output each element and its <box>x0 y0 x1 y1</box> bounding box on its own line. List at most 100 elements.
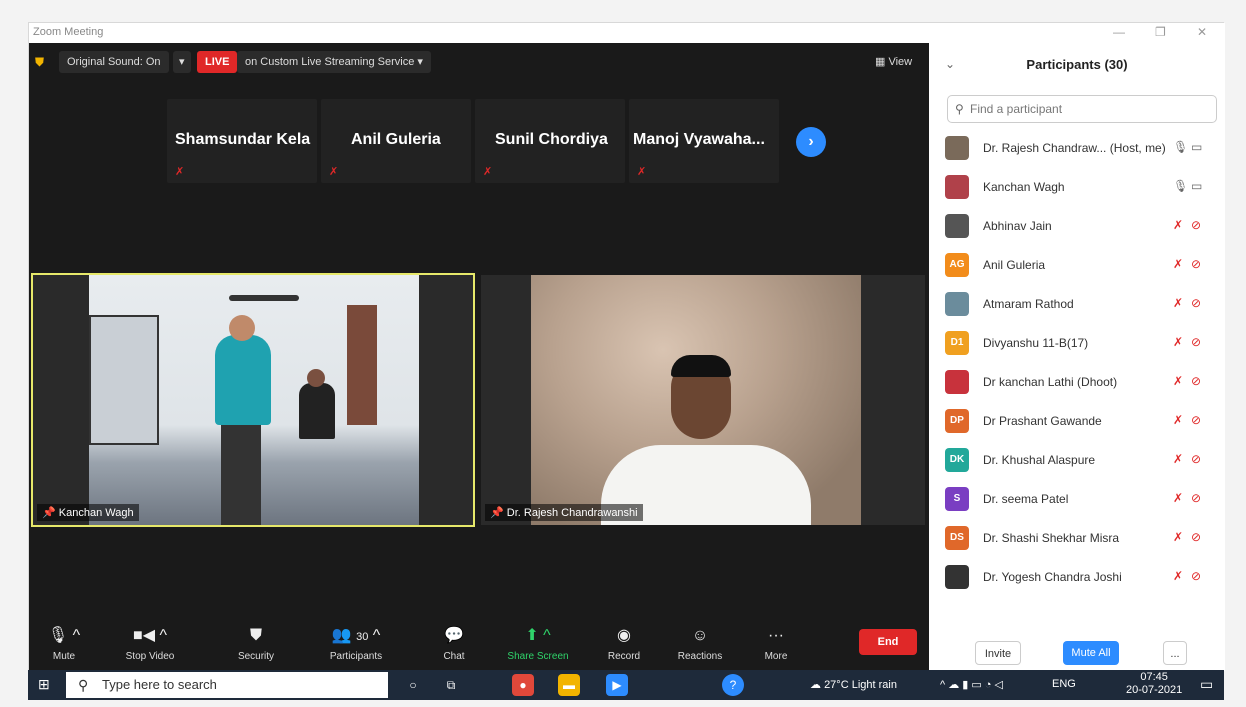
minimize-icon[interactable]: — <box>1113 25 1125 39</box>
name-tile[interactable]: Anil Guleria ✗ <box>321 99 471 183</box>
chat-label: Chat <box>443 651 465 662</box>
help-icon[interactable]: ? <box>722 674 744 696</box>
name-tile-label: Shamsundar Kela <box>175 131 311 148</box>
name-tile[interactable]: Sunil Chordiya ✗ <box>475 99 625 183</box>
windows-taskbar: ⊞ ⚲ Type here to search ○ ⧉ ● ▬ ▶ ? ☁ 27… <box>28 670 1224 700</box>
record-button[interactable]: ◉ Record <box>589 625 659 662</box>
close-icon[interactable]: ✕ <box>1197 25 1207 39</box>
taskbar-search-placeholder: Type here to search <box>102 677 217 692</box>
mute-button[interactable]: 🎙 ^ Mute <box>29 625 99 662</box>
participant-name: Kanchan Wagh <box>983 180 1065 194</box>
participant-row[interactable]: Kanchan Wagh 🎙 ▭ <box>929 168 1225 207</box>
participant-row[interactable]: AG Anil Guleria ✗ ⊘ <box>929 246 1225 285</box>
invite-button[interactable]: Invite <box>975 641 1021 665</box>
muted-mic-icon[interactable]: ✗ <box>1173 491 1183 505</box>
restore-icon[interactable]: ❐ <box>1155 25 1166 39</box>
video-off-icon[interactable]: ⊘ <box>1191 296 1201 310</box>
microphone-icon[interactable]: 🎙 <box>1173 140 1188 154</box>
muted-mic-icon[interactable]: ✗ <box>1173 452 1183 466</box>
zoom-app-icon[interactable]: ▶ <box>606 674 628 696</box>
cortana-icon[interactable]: ○ <box>402 674 424 696</box>
task-view-icon[interactable]: ⧉ <box>440 674 462 696</box>
video-off-icon[interactable]: ⊘ <box>1191 335 1201 349</box>
participant-row[interactable]: Dr kanchan Lathi (Dhoot) ✗ ⊘ <box>929 363 1225 402</box>
muted-mic-icon[interactable]: ✗ <box>1173 530 1183 544</box>
chat-button[interactable]: 💬 Chat <box>419 625 489 662</box>
file-explorer-icon[interactable]: ▬ <box>558 674 580 696</box>
end-meeting-button[interactable]: End <box>859 629 917 655</box>
video-camera-icon[interactable]: ▭ <box>1191 140 1202 154</box>
participant-row[interactable]: Abhinav Jain ✗ ⊘ <box>929 207 1225 246</box>
video-tile-left[interactable]: 📌 Kanchan Wagh <box>31 273 475 527</box>
next-page-button[interactable]: › <box>796 127 826 157</box>
participants-button[interactable]: 👥 30 ^ Participants <box>321 625 391 662</box>
microphone-icon[interactable]: 🎙 <box>1173 179 1188 193</box>
stop-video-button[interactable]: ■◀ ^ Stop Video <box>115 625 185 662</box>
participant-row[interactable]: Dr. Rajesh Chandraw... (Host, me) 🎙 ▭ <box>929 129 1225 168</box>
muted-mic-icon[interactable]: ✗ <box>1173 569 1183 583</box>
weather-widget[interactable]: ☁ 27°C Light rain <box>810 678 897 691</box>
person-legs <box>221 425 261 525</box>
panel-header: ⌄ Participants (30) <box>929 43 1225 83</box>
chat-bubble-icon: 💬 <box>444 627 464 644</box>
window-title: Zoom Meeting <box>33 26 104 38</box>
system-tray-icons[interactable]: ^ ☁ ▮ ▭ ◔ ◁ <box>940 678 1003 691</box>
search-placeholder: Find a participant <box>970 102 1063 116</box>
muted-mic-icon[interactable]: ✗ <box>1173 413 1183 427</box>
search-icon: ⚲ <box>955 102 964 116</box>
name-tile-label: Sunil Chordiya <box>495 131 608 148</box>
chrome-icon[interactable]: ● <box>512 674 534 696</box>
muted-mic-icon[interactable]: ✗ <box>1173 218 1183 232</box>
muted-mic-icon[interactable]: ✗ <box>1173 296 1183 310</box>
participant-name: Dr. Rajesh Chandraw... (Host, me) <box>983 141 1166 155</box>
reactions-button[interactable]: ☺ Reactions <box>665 625 735 662</box>
video-off-icon[interactable]: ⊘ <box>1191 257 1201 271</box>
participant-row[interactable]: S Dr. seema Patel ✗ ⊘ <box>929 480 1225 519</box>
video-tile-right[interactable]: 📌 Dr. Rajesh Chandrawanshi <box>481 275 925 525</box>
muted-mic-icon[interactable]: ✗ <box>1173 257 1183 271</box>
desktop: Zoom Meeting — ❐ ✕ ⛊ Original Sound: On … <box>0 0 1246 707</box>
share-screen-button[interactable]: ⬆ ^ Share Screen <box>503 625 573 662</box>
video-off-icon[interactable]: ⊘ <box>1191 569 1201 583</box>
participant-name: Dr. seema Patel <box>983 492 1069 506</box>
participant-row[interactable]: DS Dr. Shashi Shekhar Misra ✗ ⊘ <box>929 519 1225 558</box>
language-indicator[interactable]: ENG <box>1052 678 1076 690</box>
participant-row[interactable]: DP Dr Prashant Gawande ✗ ⊘ <box>929 402 1225 441</box>
panel-footer: Invite Mute All ... <box>929 641 1225 671</box>
video-name-label: 📌 Dr. Rajesh Chandrawanshi <box>485 504 643 521</box>
participant-row[interactable]: Dr. Yogesh Chandra Joshi ✗ ⊘ <box>929 558 1225 593</box>
muted-mic-icon[interactable]: ✗ <box>1173 335 1183 349</box>
video-camera-icon[interactable]: ▭ <box>1191 179 1202 193</box>
video-off-icon[interactable]: ⊘ <box>1191 374 1201 388</box>
more-button[interactable]: ··· More <box>741 625 811 662</box>
clock[interactable]: 07:45 20-07-2021 <box>1126 671 1182 697</box>
name-tile[interactable]: Shamsundar Kela ✗ <box>167 99 317 183</box>
participant-name: Anil Guleria <box>983 258 1046 272</box>
video-off-icon[interactable]: ⊘ <box>1191 530 1201 544</box>
name-tile[interactable]: Manoj Vyawaha... ✗ <box>629 99 779 183</box>
view-button[interactable]: ▦ View <box>875 55 912 68</box>
muted-mic-icon[interactable]: ✗ <box>1173 374 1183 388</box>
notification-icon[interactable]: ▭ <box>1200 676 1213 693</box>
participant-row[interactable]: DK Dr. Khushal Alaspure ✗ ⊘ <box>929 441 1225 480</box>
right-video-name: Dr. Rajesh Chandrawanshi <box>506 507 638 519</box>
shield-icon[interactable]: ⛊ <box>35 55 44 70</box>
mute-all-button[interactable]: Mute All <box>1063 641 1119 665</box>
live-service-dropdown[interactable]: on Custom Live Streaming Service ▾ <box>237 51 431 73</box>
video-off-icon[interactable]: ⊘ <box>1191 218 1201 232</box>
video-off-icon[interactable]: ⊘ <box>1191 452 1201 466</box>
taskbar-search-input[interactable]: ⚲ Type here to search <box>66 672 388 698</box>
person-background <box>299 383 335 439</box>
live-badge: LIVE <box>197 51 238 73</box>
video-off-icon[interactable]: ⊘ <box>1191 413 1201 427</box>
participant-row[interactable]: Atmaram Rathod ✗ ⊘ <box>929 285 1225 324</box>
record-icon: ◉ <box>617 627 631 644</box>
security-button[interactable]: ⛊ Security <box>221 625 291 662</box>
video-off-icon[interactable]: ⊘ <box>1191 491 1201 505</box>
chevron-down-icon[interactable]: ▾ <box>173 51 191 73</box>
participant-row[interactable]: D1 Divyanshu 11-B(17) ✗ ⊘ <box>929 324 1225 363</box>
more-options-button[interactable]: ... <box>1163 641 1187 665</box>
windows-start-icon[interactable]: ⊞ <box>38 676 50 693</box>
participant-search-input[interactable]: ⚲ Find a participant <box>947 95 1217 123</box>
original-sound-toggle[interactable]: Original Sound: On <box>59 51 169 73</box>
